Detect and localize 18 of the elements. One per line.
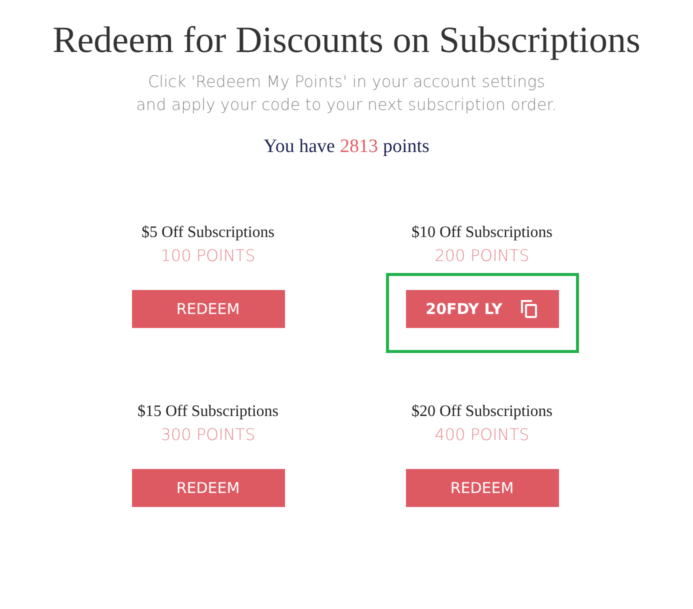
instructions-text: Click 'Redeem My Points' in your account settings and apply your code to your next subscription order.: [135, 71, 558, 116]
reward-name: $15 Off Subscriptions: [137, 403, 279, 421]
copy-icon[interactable]: [520, 299, 538, 319]
reward-cost: 300 POINTS: [160, 425, 256, 444]
reward-name: $20 Off Subscriptions: [411, 403, 553, 421]
reward-name: $10 Off Subscriptions: [411, 224, 553, 242]
redeem-button[interactable]: REDEEM: [132, 469, 284, 507]
reward-name: $5 Off Subscriptions: [141, 224, 275, 242]
redeem-button[interactable]: REDEEM: [132, 290, 284, 328]
page-title: Redeem for Discounts on Subscriptions: [52, 20, 642, 62]
balance-label: You have: [264, 136, 335, 158]
reward-cost: 200 POINTS: [434, 246, 530, 265]
reward-cost: 100 POINTS: [160, 246, 256, 265]
coupon-code: 20FDY LY: [426, 300, 502, 318]
redeem-button[interactable]: REDEEM: [406, 469, 558, 507]
reward-cost: 400 POINTS: [434, 425, 530, 444]
points-count: 2813: [340, 136, 378, 158]
points-label: points: [382, 136, 430, 158]
